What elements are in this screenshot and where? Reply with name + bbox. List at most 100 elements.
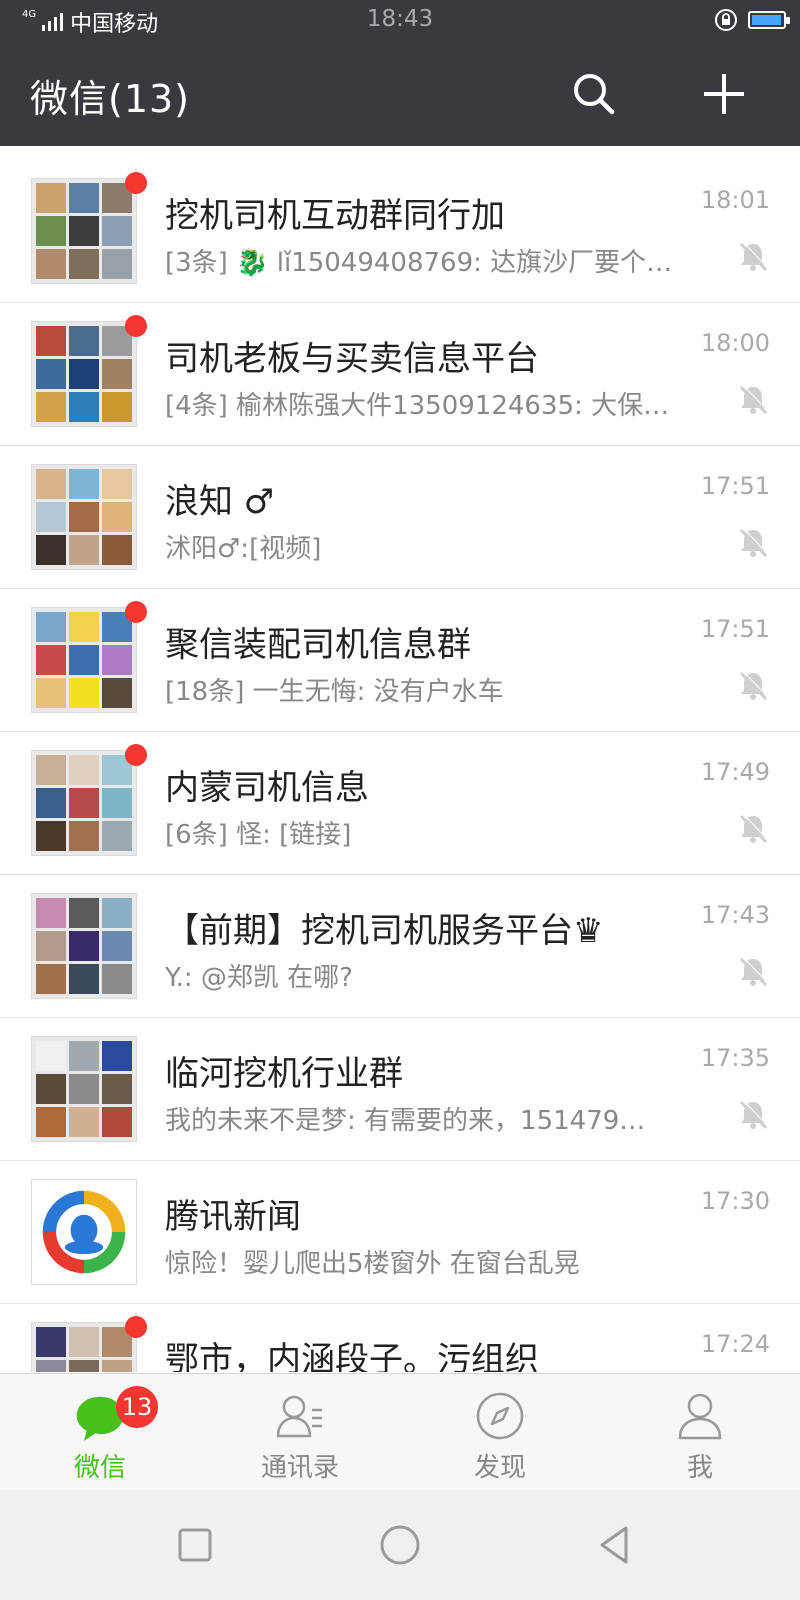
chat-time: 17:35 xyxy=(700,1044,770,1072)
avatar-tile xyxy=(69,183,99,213)
unread-dot xyxy=(125,315,147,337)
avatar-tile xyxy=(102,249,132,279)
avatar-tile xyxy=(36,678,66,708)
chat-name: 腾讯新闻 xyxy=(165,1197,301,1237)
avatar-tile xyxy=(36,931,66,961)
unread-dot xyxy=(125,1316,147,1338)
avatar-tile xyxy=(69,1327,99,1357)
person-icon xyxy=(678,1393,722,1440)
chat-time: 18:00 xyxy=(700,329,770,357)
avatar-tile xyxy=(102,216,132,246)
chat-list-item[interactable]: 挖机司机互动群同行加 [3条] 🐉 lǐ15049408769: 达旗沙厂要个… 1… xyxy=(0,160,800,303)
chat-list-item[interactable]: 内蒙司机信息 [6条] 怪: [链接] 17:49 xyxy=(0,732,800,875)
avatar-tile xyxy=(36,183,66,213)
status-bar: 4G 中国移动 18:43 xyxy=(0,0,800,42)
chat-name: 挖机司机互动群同行加 xyxy=(165,196,505,236)
chat-list-item[interactable]: 临河挖机行业群我的未来不是梦: 有需要的来，151479… 17:35 xyxy=(0,1018,800,1161)
battery-icon xyxy=(748,11,790,29)
tab-compass[interactable]: 发现 xyxy=(400,1374,600,1491)
avatar-tile xyxy=(36,392,66,422)
home-icon[interactable] xyxy=(375,1520,425,1570)
chat-list-item[interactable]: 司机老板与买卖信息平台 [4条] 榆林陈强大件13509124635: 大保… 18… xyxy=(0,303,800,446)
tab-chat-bubble[interactable]: 微信 13 xyxy=(0,1374,200,1491)
chat-list-item[interactable]: 浪知 ♂ 沭阳♂:[视频] 17:51 xyxy=(0,446,800,589)
back-icon[interactable] xyxy=(590,1520,640,1570)
plus-icon[interactable] xyxy=(700,70,748,118)
avatar-tile xyxy=(102,1041,132,1071)
chat-name: 鄂市，内涵段子。污组织 xyxy=(165,1340,539,1372)
chat-preview: 我的未来不是梦: 有需要的来，151479… xyxy=(165,1106,646,1136)
chat-name: 临河挖机行业群 xyxy=(165,1054,403,1094)
avatar-tile xyxy=(36,1074,66,1104)
avatar-tile xyxy=(69,216,99,246)
avatar-tile xyxy=(102,645,132,675)
recent-apps-icon[interactable] xyxy=(170,1520,220,1570)
group-avatar[interactable] xyxy=(31,1036,137,1142)
chat-preview: [4条] 榆林陈强大件13509124635: 大保… xyxy=(165,391,670,421)
chat-name: 【前期】挖机司机服务平台♛ xyxy=(165,911,604,951)
search-icon[interactable] xyxy=(570,70,618,118)
mute-bell-icon xyxy=(739,1099,769,1130)
avatar-tile xyxy=(102,392,132,422)
avatar-tile xyxy=(69,1074,99,1104)
avatar-tile xyxy=(69,821,99,851)
chat-name: 司机老板与买卖信息平台 xyxy=(165,339,539,379)
avatar-tile xyxy=(36,502,66,532)
avatar-tile xyxy=(102,678,132,708)
chat-preview: [18条] 一生无悔: 没有户水车 xyxy=(165,677,504,707)
tab-contacts[interactable]: 通讯录 xyxy=(200,1374,400,1491)
chat-list-item[interactable]: 腾讯新闻 惊险！婴儿爬出5楼窗外 在窗台乱晃 17:30 xyxy=(0,1161,800,1304)
group-avatar[interactable] xyxy=(31,893,137,999)
avatar-tile xyxy=(102,898,132,928)
avatar-tile xyxy=(69,1041,99,1071)
avatar-tile xyxy=(102,1074,132,1104)
avatar-tile xyxy=(69,645,99,675)
avatar-tile xyxy=(69,502,99,532)
group-avatar[interactable] xyxy=(31,607,137,713)
avatar-tile xyxy=(36,1107,66,1137)
avatar-tile xyxy=(36,249,66,279)
unread-dot xyxy=(125,172,147,194)
avatar-tile xyxy=(69,898,99,928)
group-avatar[interactable] xyxy=(31,1322,137,1372)
avatar-tile xyxy=(69,535,99,565)
avatar-tile xyxy=(69,359,99,389)
avatar-tile xyxy=(36,612,66,642)
chat-time: 17:49 xyxy=(700,758,770,786)
chat-list-item[interactable]: 鄂市，内涵段子。污组织 17:24 xyxy=(0,1304,800,1372)
compass-icon xyxy=(476,1392,524,1440)
tab-person[interactable]: 我 xyxy=(600,1374,800,1491)
tencent-news-logo-icon xyxy=(42,1190,126,1274)
avatar-tile xyxy=(102,469,132,499)
avatar-tile xyxy=(36,216,66,246)
chat-list-item[interactable]: 聚信装配司机信息群 [18条] 一生无悔: 没有户水车 17:51 xyxy=(0,589,800,732)
chat-name: 内蒙司机信息 xyxy=(165,768,369,808)
avatar-tile xyxy=(102,964,132,994)
chat-list-item[interactable]: 【前期】挖机司机服务平台♛ Y.: @郑凯 在哪? 17:43 xyxy=(0,875,800,1018)
chat-list[interactable]: 挖机司机互动群同行加 [3条] 🐉 lǐ15049408769: 达旗沙厂要个… 1… xyxy=(0,160,800,1372)
chat-time: 17:51 xyxy=(700,615,770,643)
group-avatar[interactable] xyxy=(31,178,137,284)
avatar-tile xyxy=(36,788,66,818)
avatar[interactable] xyxy=(31,1179,137,1285)
avatar-tile xyxy=(36,1041,66,1071)
chat-time: 17:51 xyxy=(700,472,770,500)
avatar-tile xyxy=(69,1360,99,1372)
avatar-tile xyxy=(36,755,66,785)
group-avatar[interactable] xyxy=(31,464,137,570)
avatar-tile xyxy=(69,678,99,708)
avatar-tile xyxy=(36,1360,66,1372)
avatar-tile xyxy=(36,359,66,389)
avatar-tile xyxy=(36,898,66,928)
chat-time: 17:30 xyxy=(700,1187,770,1215)
chat-preview: Y.: @郑凯 在哪? xyxy=(165,963,353,993)
unread-count-badge: 13 xyxy=(116,1386,158,1428)
tab-bar: 微信 13 通讯录 发现 我 xyxy=(0,1373,800,1491)
group-avatar[interactable] xyxy=(31,321,137,427)
chat-time: 17:43 xyxy=(700,901,770,929)
group-avatar[interactable] xyxy=(31,750,137,856)
system-nav-bar xyxy=(0,1490,800,1600)
avatar-tile xyxy=(102,931,132,961)
tab-label: 微信 xyxy=(73,1453,126,1483)
avatar-tile xyxy=(69,469,99,499)
